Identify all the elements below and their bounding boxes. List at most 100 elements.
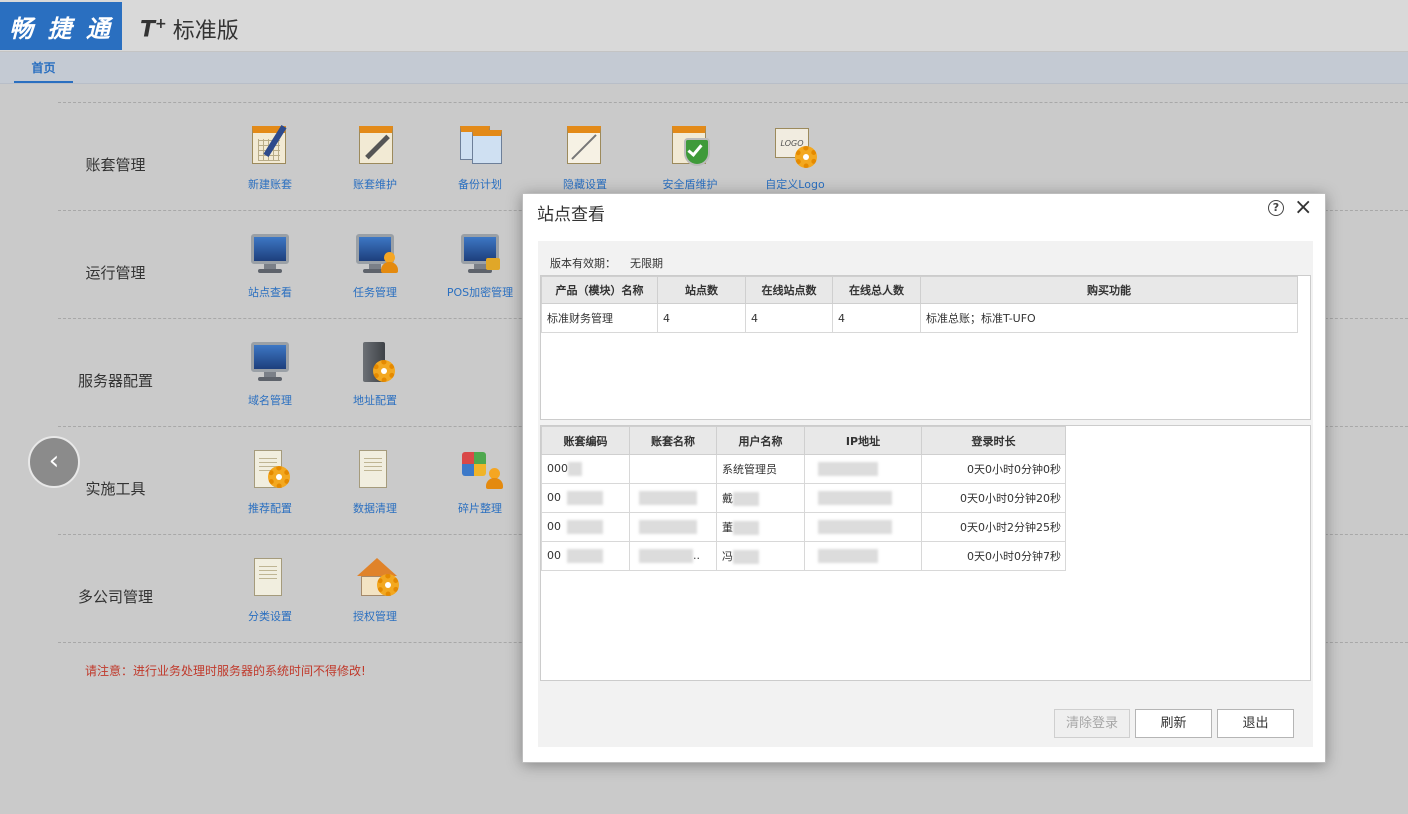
tool-recommend-config[interactable]: 推荐配置: [225, 446, 315, 516]
server-gear-icon: [351, 338, 399, 386]
table-cell: [804, 512, 922, 542]
tool-label: 分类设置: [248, 610, 292, 623]
close-icon[interactable]: ×: [1294, 195, 1312, 220]
tool-label: 数据清理: [353, 502, 397, 515]
dialog-body: 版本有效期： 无限期 产品（模块）名称 站点数 在线站点数 在线总人数 购买功能 …: [538, 241, 1313, 747]
top-header: 畅 捷 通 T+ 标准版: [0, 0, 1408, 52]
table-cell: 00: [541, 483, 630, 513]
clear-login-button[interactable]: 清除登录: [1054, 709, 1130, 738]
tool-backup-plan[interactable]: 备份计划: [435, 122, 525, 192]
tool-defragment[interactable]: 碎片整理: [435, 446, 525, 516]
login-table: 账套编码 账套名称 用户名称 IP地址 登录时长 000 系统管理员 0天0小时…: [541, 426, 1066, 571]
tool-label: 推荐配置: [248, 502, 292, 515]
table-cell: 00: [541, 512, 630, 542]
book-wrench-icon: [351, 122, 399, 170]
product-name: 标准版: [172, 19, 239, 44]
table-cell: [804, 454, 922, 484]
section-title-tools: 实施工具: [85, 480, 146, 498]
table-row[interactable]: 标准财务管理 4 4 4 标准总账；标准T-UFO: [541, 303, 1298, 333]
monitor-icon: [246, 338, 294, 386]
tab-bar: 首页: [0, 52, 1408, 84]
section-title-multi-company: 多公司管理: [77, 588, 153, 606]
tool-pos-encrypt[interactable]: POS加密管理: [435, 230, 525, 300]
tool-auth-manage[interactable]: 授权管理: [330, 554, 420, 624]
tool-label: 站点查看: [248, 286, 292, 299]
tool-account-maintain[interactable]: 账套维护: [330, 122, 420, 192]
tool-label: 任务管理: [353, 286, 397, 299]
table-cell: 0天0小时0分钟7秒: [921, 541, 1066, 571]
section-title-account: 账套管理: [85, 156, 146, 174]
table-cell: 系统管理员: [716, 454, 805, 484]
version-label: 版本有效期：: [550, 257, 616, 270]
product-logo: T+: [140, 15, 167, 43]
table-cell: 0天0小时0分钟0秒: [921, 454, 1066, 484]
monitor-user-icon: [351, 230, 399, 278]
tool-label: 自定义Logo: [765, 178, 825, 191]
logo-gear-icon: LOGO: [771, 122, 819, 170]
tool-category-settings[interactable]: 分类设置: [225, 554, 315, 624]
doc-gear-icon: [246, 446, 294, 494]
house-gear-icon: [351, 554, 399, 602]
backup-plan-icon: [456, 122, 504, 170]
tool-address-config[interactable]: 地址配置: [330, 338, 420, 408]
tool-label: 安全盾维护: [662, 178, 718, 191]
table-row[interactable]: 00 董 0天0小时2分钟25秒: [541, 512, 1066, 542]
table-header-row: 账套编码 账套名称 用户名称 IP地址 登录时长: [541, 426, 1066, 455]
exit-button[interactable]: 退出: [1217, 709, 1294, 738]
col-header: 账套编码: [541, 426, 630, 455]
table-row[interactable]: 000 系统管理员 0天0小时0分钟0秒: [541, 454, 1066, 484]
brand-logo: 畅 捷 通: [0, 2, 122, 50]
tool-domain-manage[interactable]: 域名管理: [225, 338, 315, 408]
hide-settings-icon: [561, 122, 609, 170]
table-row[interactable]: 00 .. 冯 0天0小时0分钟7秒: [541, 541, 1066, 571]
tab-home[interactable]: 首页: [14, 52, 73, 83]
table-cell: 000: [541, 454, 630, 484]
tool-label: 碎片整理: [458, 502, 502, 515]
login-table-panel: 账套编码 账套名称 用户名称 IP地址 登录时长 000 系统管理员 0天0小时…: [540, 425, 1311, 681]
tool-label: 账套维护: [353, 178, 397, 191]
table-cell: [629, 483, 717, 513]
back-button[interactable]: ‹: [28, 436, 80, 488]
table-cell: [629, 512, 717, 542]
tool-hide-settings[interactable]: 隐藏设置: [540, 122, 630, 192]
tool-label: 隐藏设置: [563, 178, 607, 191]
tool-label: 地址配置: [353, 394, 397, 407]
tool-custom-logo[interactable]: LOGO 自定义Logo: [750, 122, 840, 192]
dialog-title: 站点查看: [537, 205, 605, 225]
tool-label: 新建账套: [248, 178, 292, 191]
product-title: T+ 标准版: [140, 13, 239, 45]
help-icon[interactable]: ?: [1268, 200, 1284, 216]
tool-site-view[interactable]: 站点查看: [225, 230, 315, 300]
tool-label: 备份计划: [458, 178, 502, 191]
doc-icon: [351, 446, 399, 494]
table-row[interactable]: 00 戴 0天0小时0分钟20秒: [541, 483, 1066, 513]
col-header: 产品（模块）名称: [541, 276, 658, 304]
tool-task-manage[interactable]: 任务管理: [330, 230, 420, 300]
shield-icon: [666, 122, 714, 170]
table-cell: 戴: [716, 483, 805, 513]
tool-shield-maintain[interactable]: 安全盾维护: [645, 122, 735, 192]
new-book-icon: [246, 122, 294, 170]
table-cell: 4: [832, 303, 921, 333]
table-header-row: 产品（模块）名称 站点数 在线站点数 在线总人数 购买功能: [541, 276, 1298, 304]
tool-label: 授权管理: [353, 610, 397, 623]
tool-label: POS加密管理: [446, 286, 514, 299]
table-cell: 标准财务管理: [541, 303, 658, 333]
table-cell: 4: [745, 303, 833, 333]
col-header: 登录时长: [921, 426, 1066, 455]
tool-new-account[interactable]: 新建账套: [225, 122, 315, 192]
doc-icon: [246, 554, 294, 602]
monitor-lock-icon: [456, 230, 504, 278]
version-info: 版本有效期： 无限期: [550, 255, 663, 271]
table-cell: ..: [629, 541, 717, 571]
site-view-dialog: 站点查看 ? × 版本有效期： 无限期 产品（模块）名称 站点数 在线站点数 在线…: [522, 193, 1326, 763]
section-title-server: 服务器配置: [77, 372, 153, 390]
col-header: 用户名称: [716, 426, 805, 455]
table-cell: 冯: [716, 541, 805, 571]
table-cell: 4: [657, 303, 746, 333]
tool-data-clean[interactable]: 数据清理: [330, 446, 420, 516]
refresh-button[interactable]: 刷新: [1135, 709, 1212, 738]
table-cell: [804, 483, 922, 513]
col-header: 在线总人数: [832, 276, 921, 304]
tool-label: 域名管理: [248, 394, 292, 407]
